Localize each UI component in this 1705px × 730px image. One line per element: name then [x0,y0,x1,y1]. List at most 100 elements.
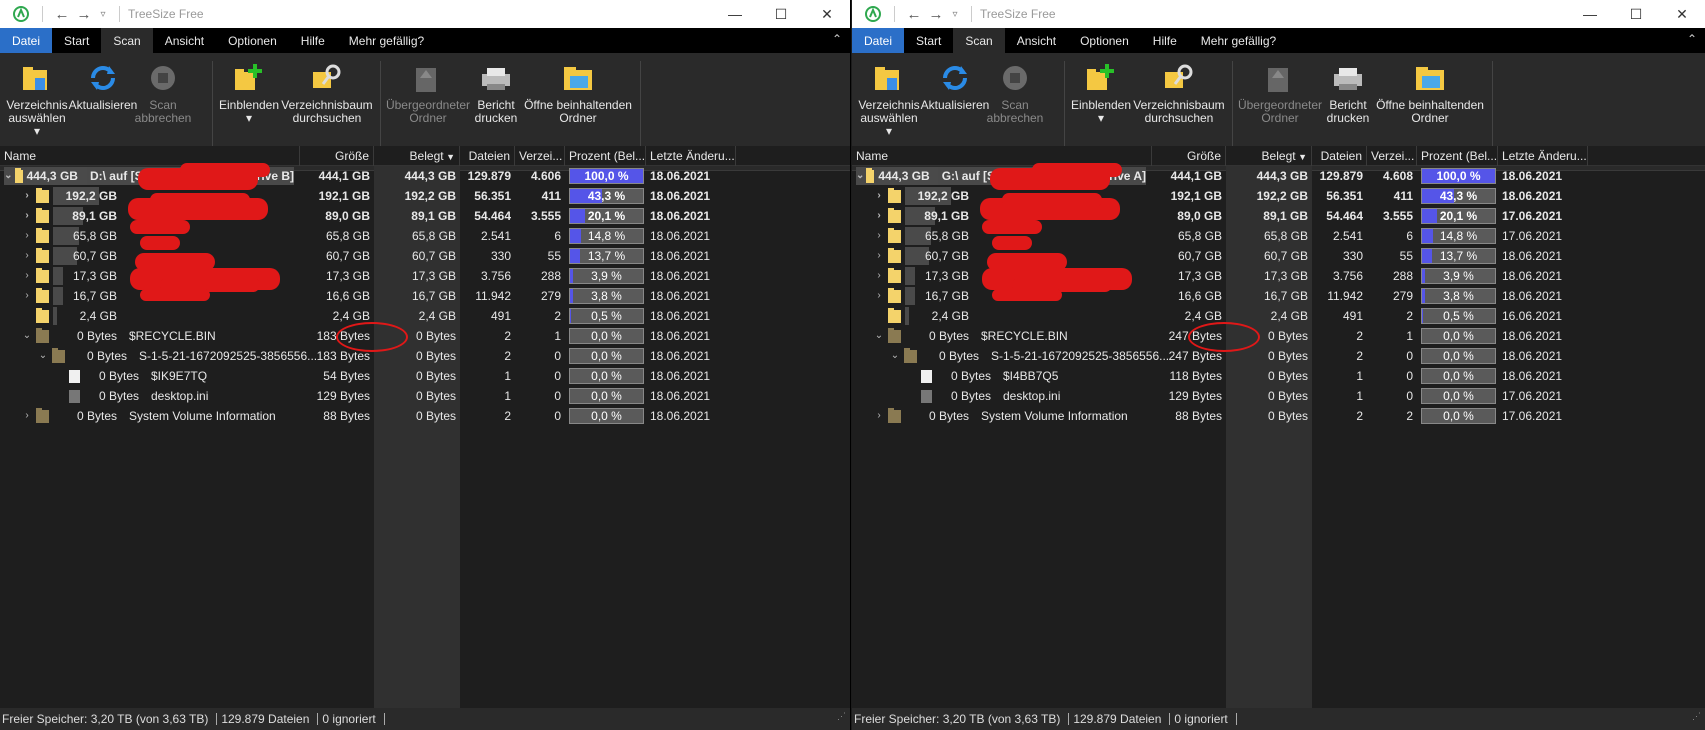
column-header-4[interactable]: Verzei... [1367,146,1417,166]
forward-arrow-icon[interactable]: → [925,6,947,23]
search-tree-button[interactable]: Verzeichnisbaum durchsuchen [1132,57,1226,125]
tree-row[interactable]: 0 Bytes desktop.ini 129 Bytes 0 Bytes 1 0 0,0 … [852,386,1705,406]
maximize-button[interactable]: ☐ [1613,6,1659,23]
collapse-ribbon-icon[interactable]: ⌃ [832,32,842,46]
column-header-6[interactable]: Letzte Änderu... [646,146,736,166]
print-report-button[interactable]: Bericht drucken [1324,57,1372,125]
back-arrow-icon[interactable]: ← [903,6,925,23]
maximize-button[interactable]: ☐ [758,6,804,23]
column-header-2[interactable]: Belegt ▼ [1226,146,1312,166]
expand-toggle-icon[interactable]: ⌄ [856,167,864,185]
expand-button[interactable]: Einblenden ▾ [218,57,280,125]
tab-mehr-gefällig-[interactable]: Mehr gefällig? [337,28,436,53]
tree-row[interactable]: › 17,3 GB 17,3 GB 17,3 GB 3.756 288 3,9 % 18.06… [0,266,850,286]
cancel-scan-button[interactable]: Scan abbrechen [135,57,191,125]
collapse-ribbon-icon[interactable]: ⌃ [1687,32,1697,46]
tab-ansicht[interactable]: Ansicht [153,28,216,53]
tree-row[interactable]: 0 Bytes $IK9E7TQ 54 Bytes 0 Bytes 1 0 0,0 % 18.… [0,366,850,386]
select-directory-button[interactable]: Verzeichnis auswählen ▾ [6,57,68,138]
column-header-3[interactable]: Dateien [1312,146,1367,166]
expand-toggle-icon[interactable]: › [20,267,34,285]
tab-datei[interactable]: Datei [0,28,53,53]
column-header-4[interactable]: Verzei... [515,146,565,166]
expand-toggle-icon[interactable]: ⌄ [888,347,902,365]
column-header-3[interactable]: Dateien [460,146,515,166]
expand-toggle-icon[interactable]: › [20,287,34,305]
tab-start[interactable]: Start [904,28,953,53]
open-containing-folder-button[interactable]: Öffne beinhaltenden Ordner [522,57,634,125]
tree-row[interactable]: › 60,7 GB 60,7 GB 60,7 GB 330 55 13,7 % 18.06.2… [0,246,850,266]
column-header-1[interactable]: Größe [1152,146,1226,166]
tree-row[interactable]: › 65,8 GB 65,8 GB 65,8 GB 2.541 6 14,8 % 17.06.… [852,226,1705,246]
back-arrow-icon[interactable]: ← [51,6,73,23]
expand-toggle-icon[interactable]: › [872,207,886,225]
tree-row[interactable]: › 192,2 GB 192,1 GB 192,2 GB 56.351 411 43,3 %… [0,186,850,206]
tree-row[interactable]: 0 Bytes $I4BB7Q5 118 Bytes 0 Bytes 1 0 0,0 % 18… [852,366,1705,386]
quick-access-dropdown-icon[interactable]: ▿ [947,9,963,20]
expand-toggle-icon[interactable]: › [872,267,886,285]
resize-grip-icon[interactable]: ⋰ [1692,705,1701,727]
expand-button[interactable]: Einblenden ▾ [1070,57,1132,125]
expand-toggle-icon[interactable]: › [872,247,886,265]
tree-row[interactable]: ⌄ 0 Bytes $RECYCLE.BIN 183 Bytes 0 Bytes 2 1 0,… [0,326,850,346]
expand-toggle-icon[interactable]: › [872,407,886,425]
tree-row[interactable]: ⌄444,3 GBD:\ auf [Seagate Expansion Driv… [0,166,850,186]
expand-toggle-icon[interactable]: › [872,287,886,305]
minimize-button[interactable]: — [712,6,758,22]
resize-grip-icon[interactable]: ⋰ [837,705,846,727]
tab-ansicht[interactable]: Ansicht [1005,28,1068,53]
parent-folder-button[interactable]: Übergeordneter Ordner [384,57,472,125]
expand-toggle-icon[interactable]: ⌄ [872,327,886,345]
tree-row[interactable]: ⌄ 0 Bytes S-1-5-21-1672092525-3856556... 24… [852,346,1705,366]
column-header-5[interactable]: Prozent (Bel... [1417,146,1498,166]
tree-row[interactable]: 0 Bytes desktop.ini 129 Bytes 0 Bytes 1 0 0,0 … [0,386,850,406]
column-header-5[interactable]: Prozent (Bel... [565,146,646,166]
tab-optionen[interactable]: Optionen [216,28,289,53]
close-button[interactable]: ✕ [804,6,850,23]
quick-access-dropdown-icon[interactable]: ▿ [95,9,111,20]
refresh-button[interactable]: Aktualisieren [69,57,137,112]
column-header-6[interactable]: Letzte Änderu... [1498,146,1588,166]
expand-toggle-icon[interactable]: › [872,187,886,205]
expand-toggle-icon[interactable]: › [20,207,34,225]
tree-row[interactable]: ⌄ 0 Bytes $RECYCLE.BIN 247 Bytes 0 Bytes 2 1 0,… [852,326,1705,346]
refresh-button[interactable]: Aktualisieren [921,57,989,112]
expand-toggle-icon[interactable]: › [872,227,886,245]
tree-row[interactable]: 2,4 GB 2,4 GB 2,4 GB 491 2 0,5 % 16.06.2021 [852,306,1705,326]
column-header-1[interactable]: Größe [300,146,374,166]
tree-row[interactable]: › 0 Bytes System Volume Information 88 Byte… [0,406,850,426]
expand-toggle-icon[interactable]: › [20,187,34,205]
expand-toggle-icon[interactable]: ⌄ [36,347,50,365]
tree-row[interactable]: › 17,3 GB 17,3 GB 17,3 GB 3.756 288 3,9 % 18.06… [852,266,1705,286]
tree-row[interactable]: › 16,7 GB 16,6 GB 16,7 GB 11.942 279 3,8 % 18.0… [0,286,850,306]
search-tree-button[interactable]: Verzeichnisbaum durchsuchen [280,57,374,125]
parent-folder-button[interactable]: Übergeordneter Ordner [1236,57,1324,125]
tab-hilfe[interactable]: Hilfe [1141,28,1189,53]
expand-toggle-icon[interactable]: › [20,407,34,425]
minimize-button[interactable]: — [1567,6,1613,22]
tree-row[interactable]: › 16,7 GB 16,6 GB 16,7 GB 11.942 279 3,8 % 18.0… [852,286,1705,306]
tree-row[interactable]: › 60,7 GB 60,7 GB 60,7 GB 330 55 13,7 % 18.06.2… [852,246,1705,266]
tab-optionen[interactable]: Optionen [1068,28,1141,53]
expand-toggle-icon[interactable]: ⌄ [4,167,13,185]
select-directory-button[interactable]: Verzeichnis auswählen ▾ [858,57,920,138]
tree-row[interactable]: › 65,8 GB 65,8 GB 65,8 GB 2.541 6 14,8 % 18.06.… [0,226,850,246]
close-button[interactable]: ✕ [1659,6,1705,23]
cancel-scan-button[interactable]: Scan abbrechen [987,57,1043,125]
tree-row[interactable]: › 0 Bytes System Volume Information 88 Byte… [852,406,1705,426]
expand-toggle-icon[interactable]: › [20,227,34,245]
tree-row[interactable]: ⌄ 0 Bytes S-1-5-21-1672092525-3856556... 18… [0,346,850,366]
expand-toggle-icon[interactable]: ⌄ [20,327,34,345]
open-containing-folder-button[interactable]: Öffne beinhaltenden Ordner [1374,57,1486,125]
tab-datei[interactable]: Datei [852,28,905,53]
tab-scan[interactable]: Scan [101,28,153,53]
forward-arrow-icon[interactable]: → [73,6,95,23]
tree-row[interactable]: ⌄444,3 GBG:\ auf [Seagate Expansion Driv… [852,166,1705,186]
tab-start[interactable]: Start [52,28,101,53]
tree-row[interactable]: 2,4 GB 2,4 GB 2,4 GB 491 2 0,5 % 18.06.2021 [0,306,850,326]
column-header-2[interactable]: Belegt ▼ [374,146,460,166]
tab-hilfe[interactable]: Hilfe [289,28,337,53]
tab-mehr-gefällig-[interactable]: Mehr gefällig? [1189,28,1288,53]
expand-toggle-icon[interactable]: › [20,247,34,265]
print-report-button[interactable]: Bericht drucken [472,57,520,125]
